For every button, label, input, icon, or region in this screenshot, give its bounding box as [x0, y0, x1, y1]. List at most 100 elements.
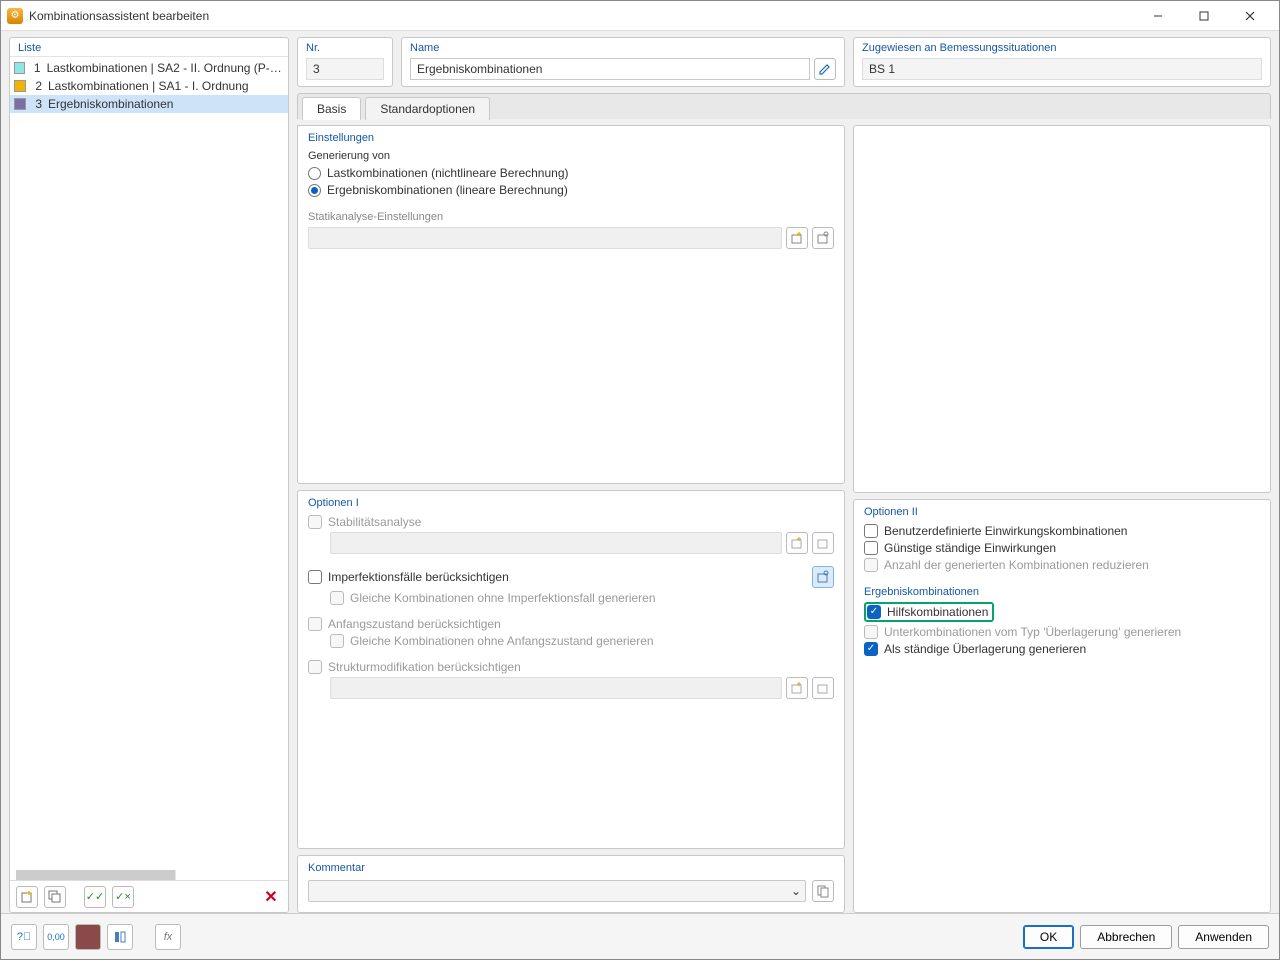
list-item-label: Ergebniskombinationen	[48, 97, 173, 111]
cancel-button[interactable]: Abbrechen	[1080, 925, 1172, 949]
highlighted-option: Hilfskombinationen	[864, 602, 994, 622]
settings-title: Einstellungen	[308, 132, 834, 144]
minimize-button[interactable]	[1135, 2, 1181, 30]
structural-mod-field	[330, 677, 782, 699]
generation-label: Generierung von	[308, 150, 834, 162]
checkbox-subcombinations: Unterkombinationen vom Typ 'Überlagerung…	[864, 625, 1260, 639]
radio-icon	[308, 184, 321, 197]
result-combinations-heading: Ergebniskombinationen	[864, 586, 1260, 598]
maximize-button[interactable]	[1181, 2, 1227, 30]
new-structural-button[interactable]	[786, 677, 808, 699]
checkbox-permanent-superposition[interactable]: Als ständige Überlagerung generieren	[864, 642, 1260, 656]
copy-button[interactable]	[44, 886, 66, 908]
checkbox-icon	[867, 605, 881, 619]
checkbox-icon	[864, 558, 878, 572]
list-item-number: 2	[32, 79, 42, 93]
assigned-field: BS 1	[862, 58, 1262, 80]
checkbox-structural-mod: Strukturmodifikation berücksichtigen	[308, 660, 834, 674]
assigned-label: Zugewiesen an Bemessungssituationen	[862, 42, 1262, 54]
color-swatch	[14, 80, 26, 92]
name-box: Name Ergebniskombinationen	[401, 37, 845, 87]
checkbox-reduce: Anzahl der generierten Kombinationen red…	[864, 558, 1260, 572]
checkbox-icon	[308, 617, 322, 631]
options1-section: Optionen I Stabilitätsanalyse	[297, 490, 845, 849]
window-title: Kombinationsassistent bearbeiten	[29, 9, 1135, 23]
checkbox-favorable[interactable]: Günstige ständige Einwirkungen	[864, 541, 1260, 555]
checkbox-user-defined[interactable]: Benutzerdefinierte Einwirkungskombinatio…	[864, 524, 1260, 538]
color-swatch	[14, 62, 25, 74]
check-include-button[interactable]: ✓✓	[84, 886, 106, 908]
list-item[interactable]: 3 Ergebniskombinationen	[10, 95, 288, 113]
number-box: Nr. 3	[297, 37, 393, 87]
list-item-number: 1	[31, 61, 40, 75]
comment-combo[interactable]: ⌄	[308, 880, 806, 902]
checkbox-label: Gleiche Kombinationen ohne Imperfektions…	[350, 591, 656, 605]
checkbox-label: Unterkombinationen vom Typ 'Überlagerung…	[884, 625, 1181, 639]
units-button[interactable]: 0,00	[43, 924, 69, 950]
settings-section: Einstellungen Generierung von Lastkombin…	[297, 125, 845, 484]
checkbox-icon	[308, 570, 322, 584]
new-button[interactable]	[16, 886, 38, 908]
checkbox-auxiliary[interactable]: Hilfskombinationen	[867, 605, 988, 619]
dialog-footer: ?⃝ 0,00 fx OK Abbrechen Anwenden	[1, 913, 1279, 959]
imperfection-settings-button[interactable]	[812, 566, 834, 588]
edit-name-button[interactable]	[814, 58, 836, 80]
preview-panel	[853, 125, 1271, 493]
name-field[interactable]: Ergebniskombinationen	[410, 58, 810, 80]
checkbox-label: Gleiche Kombinationen ohne Anfangszustan…	[350, 634, 654, 648]
color-swatch	[14, 98, 26, 110]
comment-section: Kommentar ⌄	[297, 855, 845, 913]
edit-structural-button[interactable]	[812, 677, 834, 699]
checkbox-label: Hilfskombinationen	[887, 605, 988, 619]
checkbox-label: Als ständige Überlagerung generieren	[884, 642, 1086, 656]
new-stability-button[interactable]	[786, 532, 808, 554]
checkbox-initial-state: Anfangszustand berücksichtigen	[308, 617, 834, 631]
comment-library-button[interactable]	[812, 880, 834, 902]
options2-title: Optionen II	[864, 506, 1260, 518]
list-item-label: Lastkombinationen | SA2 - II. Ordnung (P…	[47, 61, 284, 75]
stability-field	[330, 532, 782, 554]
list-toolbar: ✓✓ ✓× ✕	[10, 880, 288, 912]
filter-button[interactable]	[107, 924, 133, 950]
radio-icon	[308, 167, 321, 180]
tab-basis[interactable]: Basis	[302, 97, 361, 120]
radio-load-combinations[interactable]: Lastkombinationen (nichtlineare Berechnu…	[308, 166, 834, 180]
checkbox-icon	[330, 634, 344, 648]
edit-settings-button[interactable]	[812, 227, 834, 249]
horizontal-scrollbar[interactable]	[16, 870, 282, 880]
close-button[interactable]	[1227, 2, 1273, 30]
edit-stability-button[interactable]	[812, 532, 834, 554]
list-item-number: 3	[32, 97, 42, 111]
list-item[interactable]: 2 Lastkombinationen | SA1 - I. Ordnung	[10, 77, 288, 95]
function-button[interactable]: fx	[155, 924, 181, 950]
titlebar: ⚙ Kombinationsassistent bearbeiten	[1, 1, 1279, 31]
color-button[interactable]	[75, 924, 101, 950]
checkbox-icon	[330, 591, 344, 605]
list-header: Liste	[10, 38, 288, 57]
delete-button[interactable]: ✕	[260, 886, 282, 908]
ok-button[interactable]: OK	[1023, 925, 1074, 949]
static-analysis-label: Statikanalyse-Einstellungen	[308, 211, 834, 223]
radio-label: Ergebniskombinationen (lineare Berechnun…	[327, 183, 568, 197]
list-item[interactable]: 1 Lastkombinationen | SA2 - II. Ordnung …	[10, 59, 288, 77]
app-icon: ⚙	[7, 8, 23, 24]
radio-label: Lastkombinationen (nichtlineare Berechnu…	[327, 166, 568, 180]
combination-list[interactable]: 1 Lastkombinationen | SA2 - II. Ordnung …	[10, 57, 288, 868]
checkbox-imperfection[interactable]: Imperfektionsfälle berücksichtigen	[308, 566, 834, 588]
tab-bar: Basis Standardoptionen	[297, 93, 1271, 119]
checkbox-icon	[308, 660, 322, 674]
name-label: Name	[410, 42, 836, 54]
checkbox-icon	[864, 642, 878, 656]
help-button[interactable]: ?⃝	[11, 924, 37, 950]
check-exclude-button[interactable]: ✓×	[112, 886, 134, 908]
apply-button[interactable]: Anwenden	[1178, 925, 1269, 949]
tab-standard-options[interactable]: Standardoptionen	[365, 97, 490, 120]
new-settings-button[interactable]	[786, 227, 808, 249]
number-label: Nr.	[306, 42, 384, 54]
radio-result-combinations[interactable]: Ergebniskombinationen (lineare Berechnun…	[308, 183, 834, 197]
assigned-box: Zugewiesen an Bemessungssituationen BS 1	[853, 37, 1271, 87]
chevron-down-icon: ⌄	[791, 884, 801, 898]
comment-title: Kommentar	[308, 862, 834, 874]
checkbox-icon	[864, 625, 878, 639]
checkbox-label: Strukturmodifikation berücksichtigen	[328, 660, 521, 674]
